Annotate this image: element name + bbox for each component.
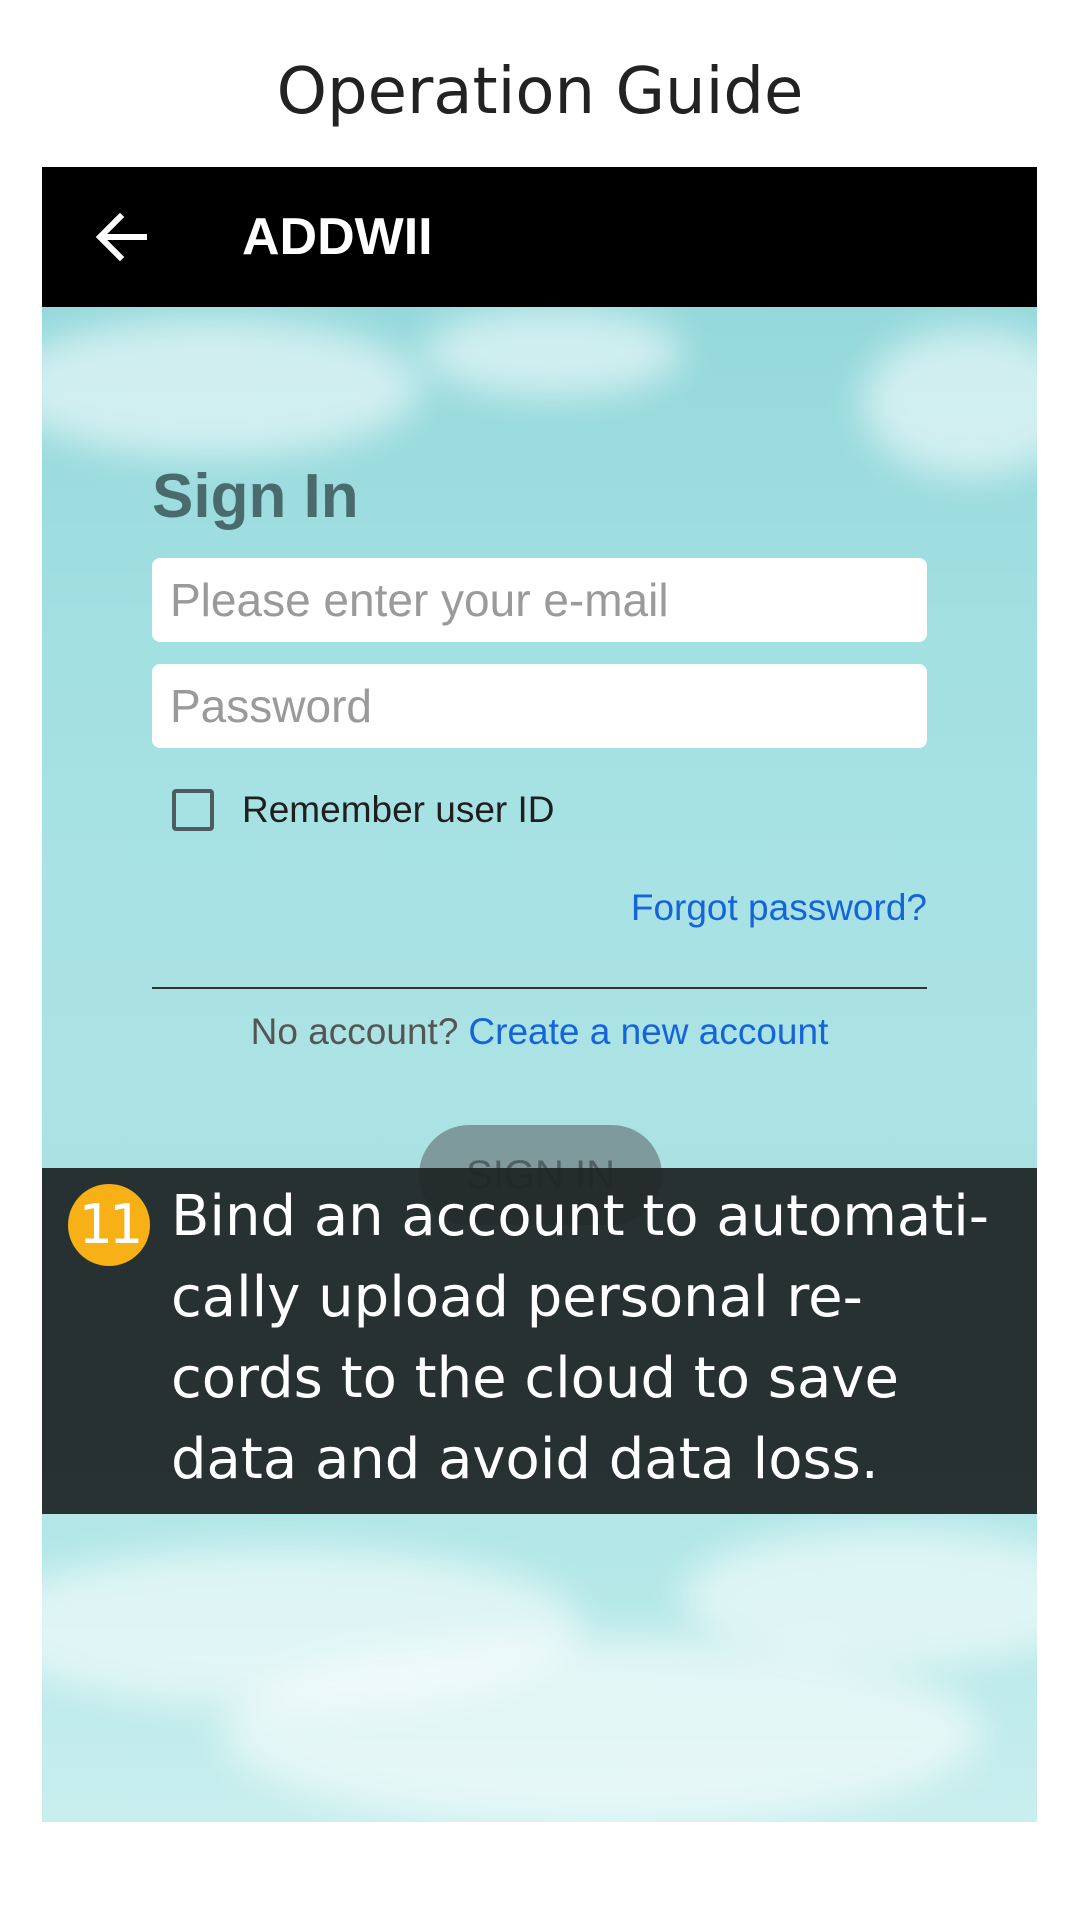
cloud-decoration <box>862 327 1037 477</box>
app-screenshot: ADDWII Sign In Remember user ID Forgot p… <box>42 167 1037 1822</box>
guide-caption: 11 Bind an account to automati- cally up… <box>42 1168 1037 1514</box>
app-title: ADDWII <box>242 208 433 266</box>
create-account-link[interactable]: Create a new account <box>468 1011 828 1052</box>
app-bar: ADDWII <box>42 167 1037 307</box>
remember-checkbox[interactable] <box>172 789 214 831</box>
signin-heading: Sign In <box>152 462 359 531</box>
divider <box>152 987 927 989</box>
no-account-label: No account? <box>250 1011 459 1052</box>
remember-label: Remember user ID <box>242 789 555 830</box>
cloud-decoration <box>422 307 682 397</box>
cloud-decoration <box>42 317 422 457</box>
password-field[interactable] <box>152 664 927 748</box>
email-field[interactable] <box>152 558 927 642</box>
caption-text: Bind an account to automati- cally uploa… <box>171 1184 989 1492</box>
no-account-row: No account? Create a new account <box>42 1009 1037 1055</box>
page-title: Operation Guide <box>276 55 804 129</box>
forgot-password-link[interactable]: Forgot password? <box>631 885 927 931</box>
back-button[interactable] <box>82 197 162 277</box>
arrow-left-icon <box>95 212 147 262</box>
step-badge: 11 <box>68 1184 150 1266</box>
